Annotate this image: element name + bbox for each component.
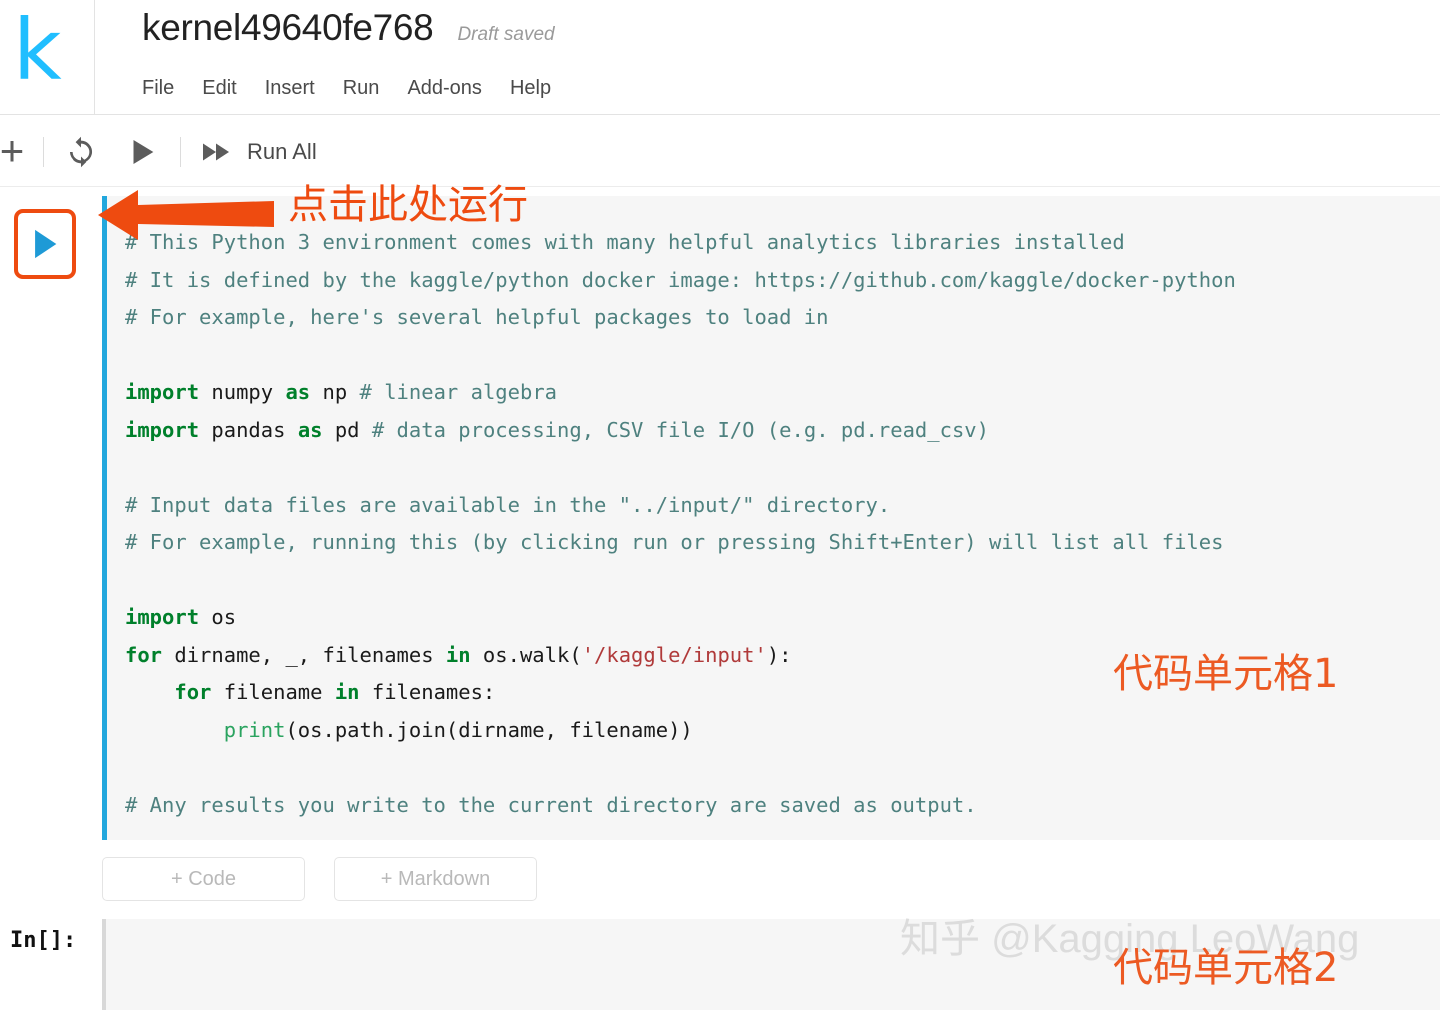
code-token: in xyxy=(445,642,471,667)
code-token: filenames: xyxy=(359,680,496,704)
code-line: import pandas as pd # data processing, C… xyxy=(125,412,1440,450)
code-token: # This Python 3 environment comes with m… xyxy=(125,230,1125,254)
run-all-icon[interactable] xyxy=(200,135,236,169)
menu-item-insert[interactable]: Insert xyxy=(256,70,334,106)
code-token: # For example, here's several helpful pa… xyxy=(125,305,829,329)
code-token: import xyxy=(125,380,200,404)
toolbar: + Run All xyxy=(0,115,1440,187)
add-cell-buttons: + Code + Markdown xyxy=(102,857,537,901)
code-line: # Any results you write to the current d… xyxy=(125,787,1440,825)
code-token: # It is defined by the kaggle/python doc… xyxy=(125,267,1236,292)
code-token: print xyxy=(223,717,286,742)
code-token: pandas xyxy=(199,417,298,442)
add-code-button[interactable]: + Code xyxy=(102,857,305,901)
title-row: kernel49640fe768 Draft saved xyxy=(142,4,555,59)
kaggle-logo-icon[interactable]: k xyxy=(13,4,62,96)
code-line: import os xyxy=(125,599,1440,637)
menu-item-add-ons[interactable]: Add-ons xyxy=(398,70,501,106)
code-editor-content[interactable]: # This Python 3 environment comes with m… xyxy=(125,224,1440,824)
code-token: for xyxy=(174,680,212,704)
code-token: import xyxy=(125,605,200,629)
code-token: as xyxy=(297,417,323,442)
add-markdown-button[interactable]: + Markdown xyxy=(334,857,537,901)
menu-item-help[interactable]: Help xyxy=(501,70,570,106)
add-cell-icon[interactable]: + xyxy=(0,130,34,172)
toolbar-divider-2 xyxy=(180,137,181,167)
code-token: import xyxy=(125,417,200,442)
logo-cell: k xyxy=(0,0,95,114)
code-token: os.walk( xyxy=(470,642,582,667)
code-token: os xyxy=(199,605,237,629)
code-line: import numpy as np # linear algebra xyxy=(125,374,1440,412)
code-token: # Input data files are available in the … xyxy=(125,492,891,517)
code-token: # linear algebra xyxy=(359,380,558,404)
cell-run-button[interactable] xyxy=(14,209,76,279)
code-token: for xyxy=(125,642,163,667)
code-token: # For example, running this (by clicking… xyxy=(125,530,1224,554)
menu-item-edit[interactable]: Edit xyxy=(193,70,255,106)
run-cell-icon[interactable] xyxy=(123,133,161,171)
run-all-button[interactable]: Run All xyxy=(247,136,317,168)
code-line: # This Python 3 environment comes with m… xyxy=(125,224,1440,262)
code-token: in xyxy=(334,680,360,704)
code-token: pd xyxy=(322,417,372,442)
code-token: dirname, _, filenames xyxy=(162,642,446,667)
annotation-cell-1: 代码单元格1 xyxy=(1113,651,1339,697)
draft-status-text: Draft saved xyxy=(457,24,555,45)
code-token: as xyxy=(285,380,311,404)
menu-item-run[interactable]: Run xyxy=(334,70,399,106)
menubar: File Edit Insert Run Add-ons Help xyxy=(142,70,570,106)
app-header: k kernel49640fe768 Draft saved File Edit… xyxy=(0,0,1440,115)
annotation-click-to-run: 点击此处运行 xyxy=(288,182,528,228)
code-token: ): xyxy=(766,642,792,667)
page-title[interactable]: kernel49640fe768 xyxy=(142,4,434,52)
play-icon xyxy=(35,229,57,259)
code-line: # It is defined by the kaggle/python doc… xyxy=(125,262,1440,300)
restart-session-icon[interactable] xyxy=(62,133,100,171)
toolbar-divider xyxy=(43,137,44,167)
code-token: # Any results you write to the current d… xyxy=(125,792,977,817)
code-token: filename xyxy=(211,680,335,704)
menu-item-file[interactable]: File xyxy=(142,70,193,106)
code-token: np xyxy=(310,380,360,404)
code-token: # data processing, CSV file I/O (e.g. pd… xyxy=(371,417,989,442)
code-line: # Input data files are available in the … xyxy=(125,487,1440,525)
code-token: '/kaggle/input' xyxy=(581,642,767,667)
code-line: # For example, running this (by clicking… xyxy=(125,524,1440,562)
code-line: # For example, here's several helpful pa… xyxy=(125,299,1440,337)
code-line: print(os.path.join(dirname, filename)) xyxy=(125,712,1440,750)
annotation-cell-2: 代码单元格2 xyxy=(1113,945,1339,991)
code-token: numpy xyxy=(199,380,286,404)
code-token: (os.path.join(dirname, filename)) xyxy=(285,717,693,742)
cell-prompt-label: In[]: xyxy=(10,928,77,953)
